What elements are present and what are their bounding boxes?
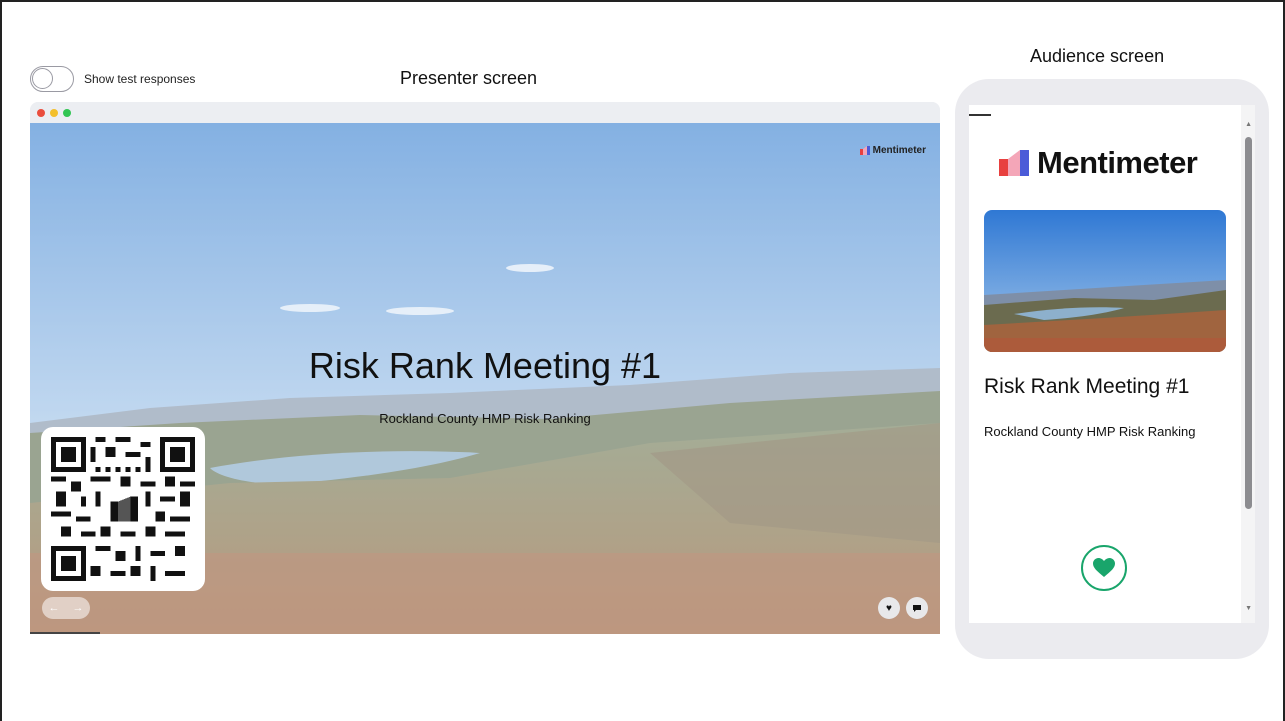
heart-icon — [1093, 558, 1115, 577]
heart-reaction-button[interactable]: ♥ — [878, 597, 900, 619]
test-responses-control: Show test responses — [30, 66, 195, 92]
audience-screen-heading: Audience screen — [1030, 46, 1165, 66]
presenter-screen-heading: Presenter screen — [400, 68, 538, 88]
presenter-window: Mentimeter Risk Rank Meeting #1 Rockland… — [30, 102, 940, 634]
audience-phone: Mentimeter Risk Rank Meeting #1 Rockland — [955, 79, 1269, 659]
toggle-knob — [32, 68, 53, 89]
scroll-up-icon[interactable]: ▲ — [1245, 121, 1252, 128]
presenter-slide: Mentimeter Risk Rank Meeting #1 Rockland… — [30, 123, 940, 634]
scrollbar-thumb[interactable] — [1245, 137, 1252, 509]
slide-title: Risk Rank Meeting #1 — [308, 345, 662, 386]
audience-slide-image — [984, 210, 1226, 352]
audience-scrollbar[interactable]: ▲ ▼ — [1241, 105, 1255, 623]
mentimeter-mark-icon — [859, 146, 870, 155]
comment-reaction-button[interactable] — [906, 597, 928, 619]
audience-title: Risk Rank Meeting #1 — [984, 375, 1190, 398]
qr-code-icon — [51, 437, 195, 581]
slide-navigation: ← → — [42, 597, 90, 619]
audience-heart-button[interactable] — [1081, 545, 1127, 591]
window-close-dot[interactable] — [37, 108, 45, 117]
phone-notch — [969, 114, 991, 116]
mentimeter-wordmark-small: Mentimeter — [872, 145, 926, 156]
mentimeter-logo-small: Mentimeter — [859, 145, 926, 156]
mentimeter-logo: Mentimeter — [999, 145, 1198, 181]
join-qr-code — [41, 427, 205, 591]
slide-progress-bar — [30, 632, 100, 634]
test-responses-toggle[interactable] — [30, 66, 74, 92]
comment-icon — [913, 605, 921, 612]
audience-subtitle: Rockland County HMP Risk Ranking — [984, 424, 1196, 439]
window-minimize-dot[interactable] — [50, 108, 58, 117]
browser-toolbar — [30, 102, 940, 123]
audience-screen: Mentimeter Risk Rank Meeting #1 Rockland — [969, 105, 1255, 623]
heart-icon: ♥ — [886, 602, 892, 614]
mentimeter-wordmark: Mentimeter — [1037, 145, 1198, 180]
landscape-image — [984, 210, 1226, 352]
slide-reactions: ♥ — [878, 597, 928, 619]
slide-subtitle: Rockland County HMP Risk Ranking — [379, 411, 591, 426]
scroll-down-icon[interactable]: ▼ — [1245, 605, 1252, 612]
mentimeter-mark-icon — [999, 150, 1029, 176]
test-responses-label: Show test responses — [84, 72, 196, 86]
arrow-left-icon[interactable]: ← — [49, 602, 60, 614]
window-maximize-dot[interactable] — [63, 108, 71, 117]
arrow-right-icon[interactable]: → — [73, 602, 84, 614]
